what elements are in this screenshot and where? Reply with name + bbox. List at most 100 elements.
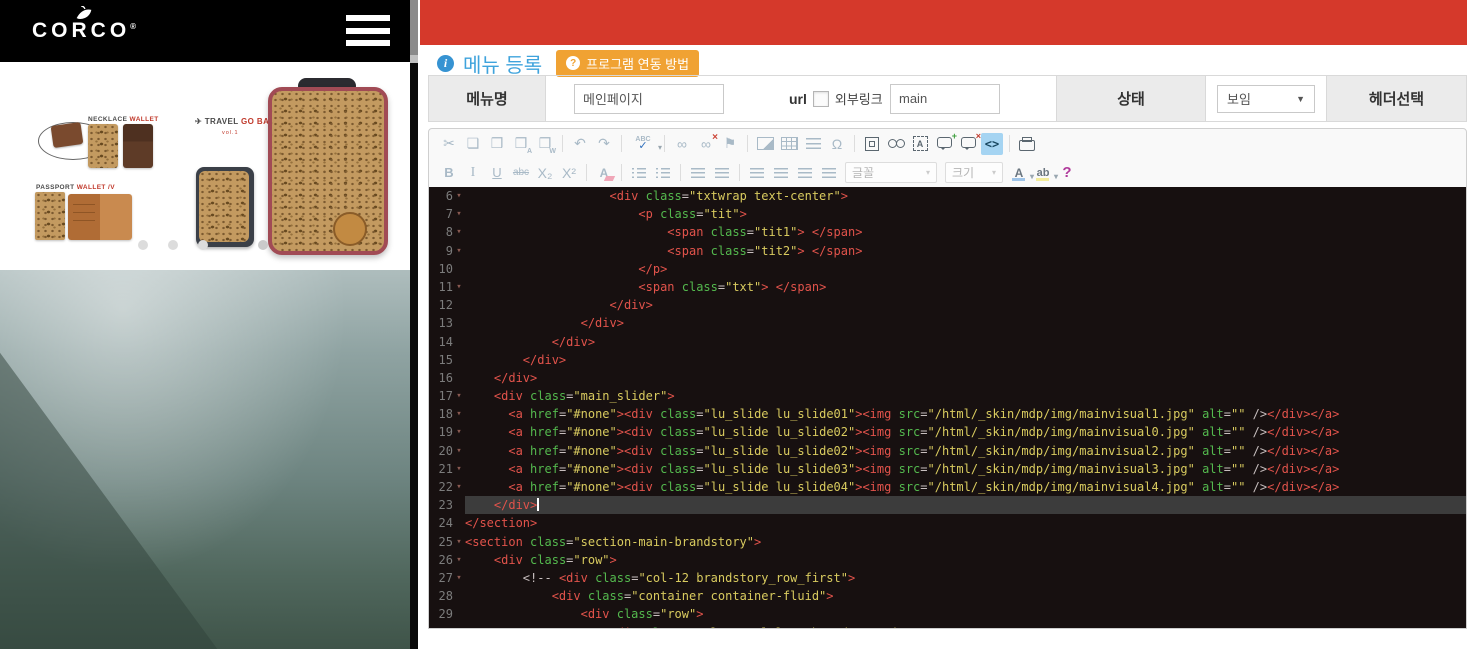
fold-arrow-icon[interactable]: ▾	[453, 278, 465, 296]
font-family-select[interactable]: 글꼴▾	[845, 162, 937, 183]
code-line[interactable]: 28 <div class="container container-fluid…	[429, 587, 1466, 605]
fold-arrow-icon[interactable]: ▾	[453, 460, 465, 478]
subscript-icon[interactable]: X₂	[534, 162, 556, 184]
code-line[interactable]: 17▾ <div class="main_slider">	[429, 387, 1466, 405]
code-line[interactable]: 20▾ <a href="#none"><div class="lu_slide…	[429, 442, 1466, 460]
fold-arrow-icon[interactable]: ▾	[453, 569, 465, 587]
preview-scrollbar[interactable]	[410, 0, 418, 649]
toolbar-separator	[621, 135, 622, 152]
align-justify-icon[interactable]	[818, 162, 840, 184]
program-link-help-button[interactable]: ? 프로그램 연동 방법	[556, 50, 699, 77]
slider-dot[interactable]	[138, 240, 148, 250]
align-left-icon[interactable]	[746, 162, 768, 184]
fold-arrow-icon[interactable]: ▾	[453, 405, 465, 423]
line-number: 20	[429, 442, 453, 460]
code-line[interactable]: 27▾ <!-- <div class="col-12 brandstory_r…	[429, 569, 1466, 587]
code-line[interactable]: 29 <div class="row">	[429, 605, 1466, 623]
remove-format-icon[interactable]: A	[593, 162, 615, 184]
print-icon[interactable]	[1016, 133, 1038, 155]
hamburger-menu-icon[interactable]	[346, 15, 390, 46]
url-input[interactable]	[890, 84, 1000, 114]
fold-arrow-icon[interactable]: ▾	[453, 551, 465, 569]
about-icon[interactable]: ?	[1056, 162, 1078, 184]
fold-arrow-icon[interactable]: ▾	[453, 242, 465, 260]
ordered-list-icon[interactable]	[628, 162, 650, 184]
code-line[interactable]: 24</section>	[429, 514, 1466, 532]
code-line[interactable]: 30 <div class="col-12 col-lg-7 brandstor…	[429, 624, 1466, 629]
italic-icon[interactable]: I	[462, 162, 484, 184]
code-line[interactable]: 14 </div>	[429, 333, 1466, 351]
undo-icon[interactable]: ↶	[569, 133, 591, 155]
code-line[interactable]: 22▾ <a href="#none"><div class="lu_slide…	[429, 478, 1466, 496]
cut-icon[interactable]: ✂	[438, 133, 460, 155]
toolbar-separator	[664, 135, 665, 152]
horizontal-line-icon[interactable]	[802, 133, 824, 155]
paste-as-text-icon[interactable]: ❒A	[510, 133, 532, 155]
unlink-icon[interactable]: ∞×	[695, 133, 717, 155]
fold-arrow-icon[interactable]: ▾	[453, 205, 465, 223]
question-icon: ?	[566, 56, 580, 70]
add-comment-icon[interactable]: +	[933, 133, 955, 155]
unordered-list-icon[interactable]	[652, 162, 674, 184]
code-line[interactable]: 6▾ <div class="txtwrap text-center">	[429, 187, 1466, 205]
bg-color-icon[interactable]: ab▾	[1032, 162, 1054, 184]
superscript-icon[interactable]: X²	[558, 162, 580, 184]
text-color-icon[interactable]: A▾	[1008, 162, 1030, 184]
bold-icon[interactable]: B	[438, 162, 460, 184]
paste-icon[interactable]: ❒	[486, 133, 508, 155]
scrollbar-thumb[interactable]	[410, 0, 418, 55]
menu-name-input[interactable]	[574, 84, 724, 114]
code-line[interactable]: 8▾ <span class="tit1"> </span>	[429, 223, 1466, 241]
code-line[interactable]: 26▾ <div class="row">	[429, 551, 1466, 569]
code-line[interactable]: 11▾ <span class="txt"> </span>	[429, 278, 1466, 296]
paste-from-word-icon[interactable]: ❒W	[534, 133, 556, 155]
select-all-icon[interactable]: A	[909, 133, 931, 155]
maximize-icon[interactable]	[861, 133, 883, 155]
code-line[interactable]: 7▾ <p class="tit">	[429, 205, 1466, 223]
code-line[interactable]: 10 </p>	[429, 260, 1466, 278]
link-icon[interactable]: ∞	[671, 133, 693, 155]
code-line[interactable]: 16 </div>	[429, 369, 1466, 387]
spellcheck-icon[interactable]: ABC✓▾	[628, 133, 658, 155]
code-line[interactable]: 21▾ <a href="#none"><div class="lu_slide…	[429, 460, 1466, 478]
fold-arrow-icon[interactable]: ▾	[453, 478, 465, 496]
redo-icon[interactable]: ↷	[593, 133, 615, 155]
slider-dot[interactable]	[168, 240, 178, 250]
fold-arrow-icon[interactable]: ▾	[453, 387, 465, 405]
underline-icon[interactable]: U	[486, 162, 508, 184]
special-char-icon[interactable]: Ω	[826, 133, 848, 155]
screen: CORCO® NECKLACE WALLET PASSPORT WALLET /…	[0, 0, 1467, 649]
site-logo[interactable]: CORCO®	[32, 6, 136, 43]
status-select[interactable]: 보임 ▼	[1217, 85, 1315, 113]
remove-comment-icon[interactable]: ×	[957, 133, 979, 155]
anchor-flag-icon[interactable]: ⚑	[719, 133, 741, 155]
slider-dot[interactable]	[198, 240, 208, 250]
strikethrough-icon[interactable]: abc	[510, 162, 532, 184]
code-line[interactable]: 18▾ <a href="#none"><div class="lu_slide…	[429, 405, 1466, 423]
code-area[interactable]: 6▾ <div class="txtwrap text-center">7▾ <…	[429, 187, 1466, 628]
fold-arrow-icon[interactable]: ▾	[453, 223, 465, 241]
code-line[interactable]: 23 </div>	[429, 496, 1466, 514]
font-size-select[interactable]: 크기▾	[945, 162, 1003, 183]
indent-icon[interactable]	[711, 162, 733, 184]
code-line[interactable]: 12 </div>	[429, 296, 1466, 314]
find-icon[interactable]	[885, 133, 907, 155]
code-line[interactable]: 13 </div>	[429, 314, 1466, 332]
code-line[interactable]: 9▾ <span class="tit2"> </span>	[429, 242, 1466, 260]
source-icon[interactable]: <>	[981, 133, 1003, 155]
align-center-icon[interactable]	[770, 162, 792, 184]
copy-icon[interactable]: ❏	[462, 133, 484, 155]
code-line[interactable]: 25▾<section class="section-main-brandsto…	[429, 533, 1466, 551]
code-line[interactable]: 15 </div>	[429, 351, 1466, 369]
fold-arrow-icon[interactable]: ▾	[453, 442, 465, 460]
fold-arrow-icon[interactable]: ▾	[453, 423, 465, 441]
fold-arrow-icon[interactable]: ▾	[453, 187, 465, 205]
outdent-icon[interactable]	[687, 162, 709, 184]
external-link-checkbox[interactable]	[813, 91, 829, 107]
align-right-icon[interactable]	[794, 162, 816, 184]
fold-arrow-icon[interactable]: ▾	[453, 533, 465, 551]
code-line[interactable]: 19▾ <a href="#none"><div class="lu_slide…	[429, 423, 1466, 441]
slider-dot[interactable]	[258, 240, 268, 250]
table-icon[interactable]	[778, 133, 800, 155]
image-icon[interactable]	[754, 133, 776, 155]
